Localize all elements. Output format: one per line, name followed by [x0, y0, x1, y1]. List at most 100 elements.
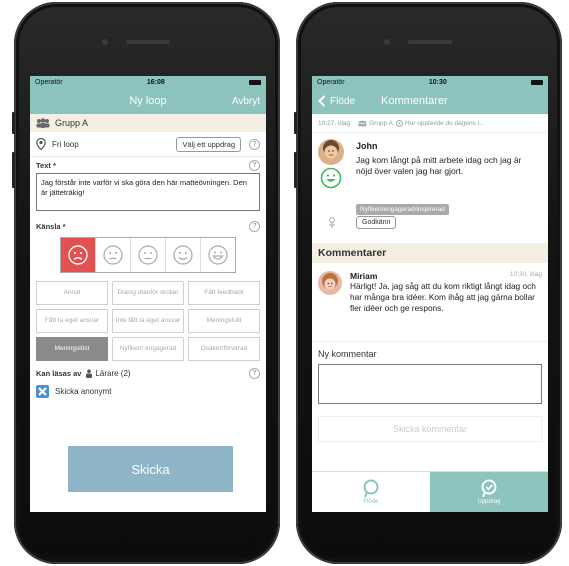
- carrier-label: Operatör: [317, 78, 345, 86]
- happy-mood-icon: [320, 167, 342, 189]
- mood-very-happy[interactable]: [201, 238, 235, 272]
- carrier-label: Operatör: [35, 78, 63, 86]
- feeling-option[interactable]: Dialog utanför skolan: [112, 281, 184, 305]
- comments-header: Kommentarer: [312, 243, 548, 263]
- avatar: [318, 271, 342, 295]
- comment-author: Miriam: [350, 271, 378, 281]
- task-icon: [396, 119, 404, 127]
- post-meta: 10:27, idag Grupp A Hur upplevde du dage…: [312, 114, 548, 133]
- feeling-option[interactable]: Meningsfullt: [188, 309, 260, 333]
- avatar: [318, 139, 344, 165]
- smile-face-icon: [173, 245, 193, 265]
- comment-text: Härligt! Ja, jag såg att du kom riktigt …: [350, 281, 536, 313]
- feeling-option-selected[interactable]: Meningslöst: [36, 337, 108, 361]
- feeling-option[interactable]: Fått feedback: [188, 281, 260, 305]
- approve-button[interactable]: Godkänn: [356, 216, 397, 229]
- grin-face-icon: [208, 245, 228, 265]
- phone-side-button: [12, 152, 15, 188]
- task-check-icon: [481, 479, 497, 498]
- status-bar: Operatör 16:08: [30, 76, 266, 88]
- screen-comments: Operatör 10:30 Flöde Kommentarer 10:27, …: [312, 76, 548, 512]
- post-question: Hur upplevde du dagens l...: [405, 119, 485, 127]
- post-time: 10:27, idag: [318, 119, 351, 127]
- new-comment-label-row: Ny kommentar: [312, 346, 548, 362]
- group-icon: [358, 119, 367, 126]
- neutral-face-icon: [138, 245, 158, 265]
- visibility-icon: [329, 217, 335, 228]
- phone-side-button: [294, 112, 297, 134]
- cancel-button[interactable]: Avbryt: [232, 96, 260, 107]
- readable-by-row: Kan läsas av Lärare (2) ?: [30, 365, 266, 381]
- feeling-option[interactable]: Osäker/förvirrad: [188, 337, 260, 361]
- post-tag-wrap: Nyfiken/engagerad/inspirerad: [356, 198, 449, 216]
- help-icon[interactable]: ?: [249, 159, 260, 171]
- phone-camera: [384, 39, 390, 45]
- feeling-grid: Annat Dialog utanför skolan Fått feedbac…: [36, 281, 260, 361]
- send-comment-button[interactable]: Skicka kommentar: [318, 416, 542, 442]
- new-comment-label: Ny kommentar: [318, 349, 377, 359]
- mood-neutral[interactable]: [131, 238, 166, 272]
- anonymous-checkbox-icon[interactable]: [36, 384, 49, 398]
- choose-task-button[interactable]: Välj ett uppdrag: [176, 136, 241, 152]
- help-icon[interactable]: ?: [249, 138, 260, 150]
- help-icon[interactable]: ?: [249, 220, 260, 232]
- text-input[interactable]: Jag förstår inte varför vi ska göra den …: [36, 173, 260, 211]
- back-label: Flöde: [330, 95, 356, 107]
- feeling-option[interactable]: Fått ta eget ansvar: [36, 309, 108, 333]
- screen-new-loop: Operatör 16:08 Ny loop Avbryt Grupp A Fr…: [30, 76, 266, 512]
- tab-tasks[interactable]: Uppdrag: [430, 472, 548, 512]
- group-icon: [36, 118, 50, 128]
- comments-header-label: Kommentarer: [318, 247, 387, 259]
- nav-bar: Flöde Kommentarer: [312, 88, 548, 114]
- post-card: John Jag kom långt på mitt arbete idag o…: [312, 133, 548, 243]
- page-title: Ny loop: [129, 95, 167, 107]
- text-label: Text *: [36, 160, 56, 170]
- mood-selector: [60, 237, 236, 273]
- person-icon: [86, 368, 93, 378]
- help-icon[interactable]: ?: [249, 367, 260, 379]
- send-button[interactable]: Skicka: [68, 446, 233, 492]
- phone-side-button: [294, 152, 297, 188]
- comment-time: 10:30, idag: [509, 271, 542, 278]
- tab-tasks-label: Uppdrag: [477, 499, 501, 505]
- tab-feed[interactable]: Flöde: [312, 472, 430, 512]
- feeling-option[interactable]: Nyfiken/ engagerad: [112, 337, 184, 361]
- tab-feed-label: Flöde: [363, 499, 379, 505]
- feeling-option[interactable]: Inte fått ta eget ansvar: [112, 309, 184, 333]
- readable-by-value[interactable]: Lärare (2): [95, 369, 249, 378]
- phone-speaker: [408, 40, 452, 44]
- status-time: 16:08: [146, 78, 165, 86]
- feeling-label: Känsla *: [36, 221, 66, 231]
- readable-by-label: Kan läsas av: [36, 368, 82, 378]
- post-text: Jag kom långt på mitt arbete idag och ja…: [356, 155, 522, 176]
- feeling-tag: Nyfiken/engagerad/inspirerad: [356, 204, 449, 215]
- feeling-label-row: Känsla * ?: [30, 215, 266, 237]
- post-group: Grupp A: [369, 119, 394, 127]
- nav-bar: Ny loop Avbryt: [30, 88, 266, 114]
- new-comment-input[interactable]: [318, 364, 542, 404]
- battery-icon: [249, 79, 261, 85]
- battery-icon: [531, 79, 543, 85]
- anonymous-row: Skicka anonymt: [30, 381, 266, 401]
- post-author: John: [356, 141, 378, 151]
- mood-very-sad[interactable]: [61, 238, 96, 272]
- phone-camera: [102, 39, 108, 45]
- mood-happy[interactable]: [166, 238, 201, 272]
- group-bar[interactable]: Grupp A: [30, 114, 266, 132]
- location-pin-icon: [36, 138, 46, 150]
- loop-type-label: Fri loop: [52, 139, 79, 149]
- feed-loop-icon: [363, 479, 379, 498]
- sad-face-icon: [68, 245, 88, 265]
- group-name: Grupp A: [55, 118, 89, 128]
- slightly-sad-face-icon: [103, 245, 123, 265]
- anonymous-label: Skicka anonymt: [55, 386, 112, 396]
- back-button[interactable]: Flöde: [318, 95, 355, 107]
- phone-side-button: [12, 112, 15, 134]
- text-label-row: Text * ?: [30, 157, 266, 173]
- feeling-option[interactable]: Annat: [36, 281, 108, 305]
- tab-bar: Flöde Uppdrag: [312, 471, 548, 512]
- phone-left: Operatör 16:08 Ny loop Avbryt Grupp A Fr…: [12, 2, 280, 564]
- chevron-left-icon: [318, 95, 326, 107]
- mood-sad[interactable]: [96, 238, 131, 272]
- status-time: 10:30: [428, 78, 447, 86]
